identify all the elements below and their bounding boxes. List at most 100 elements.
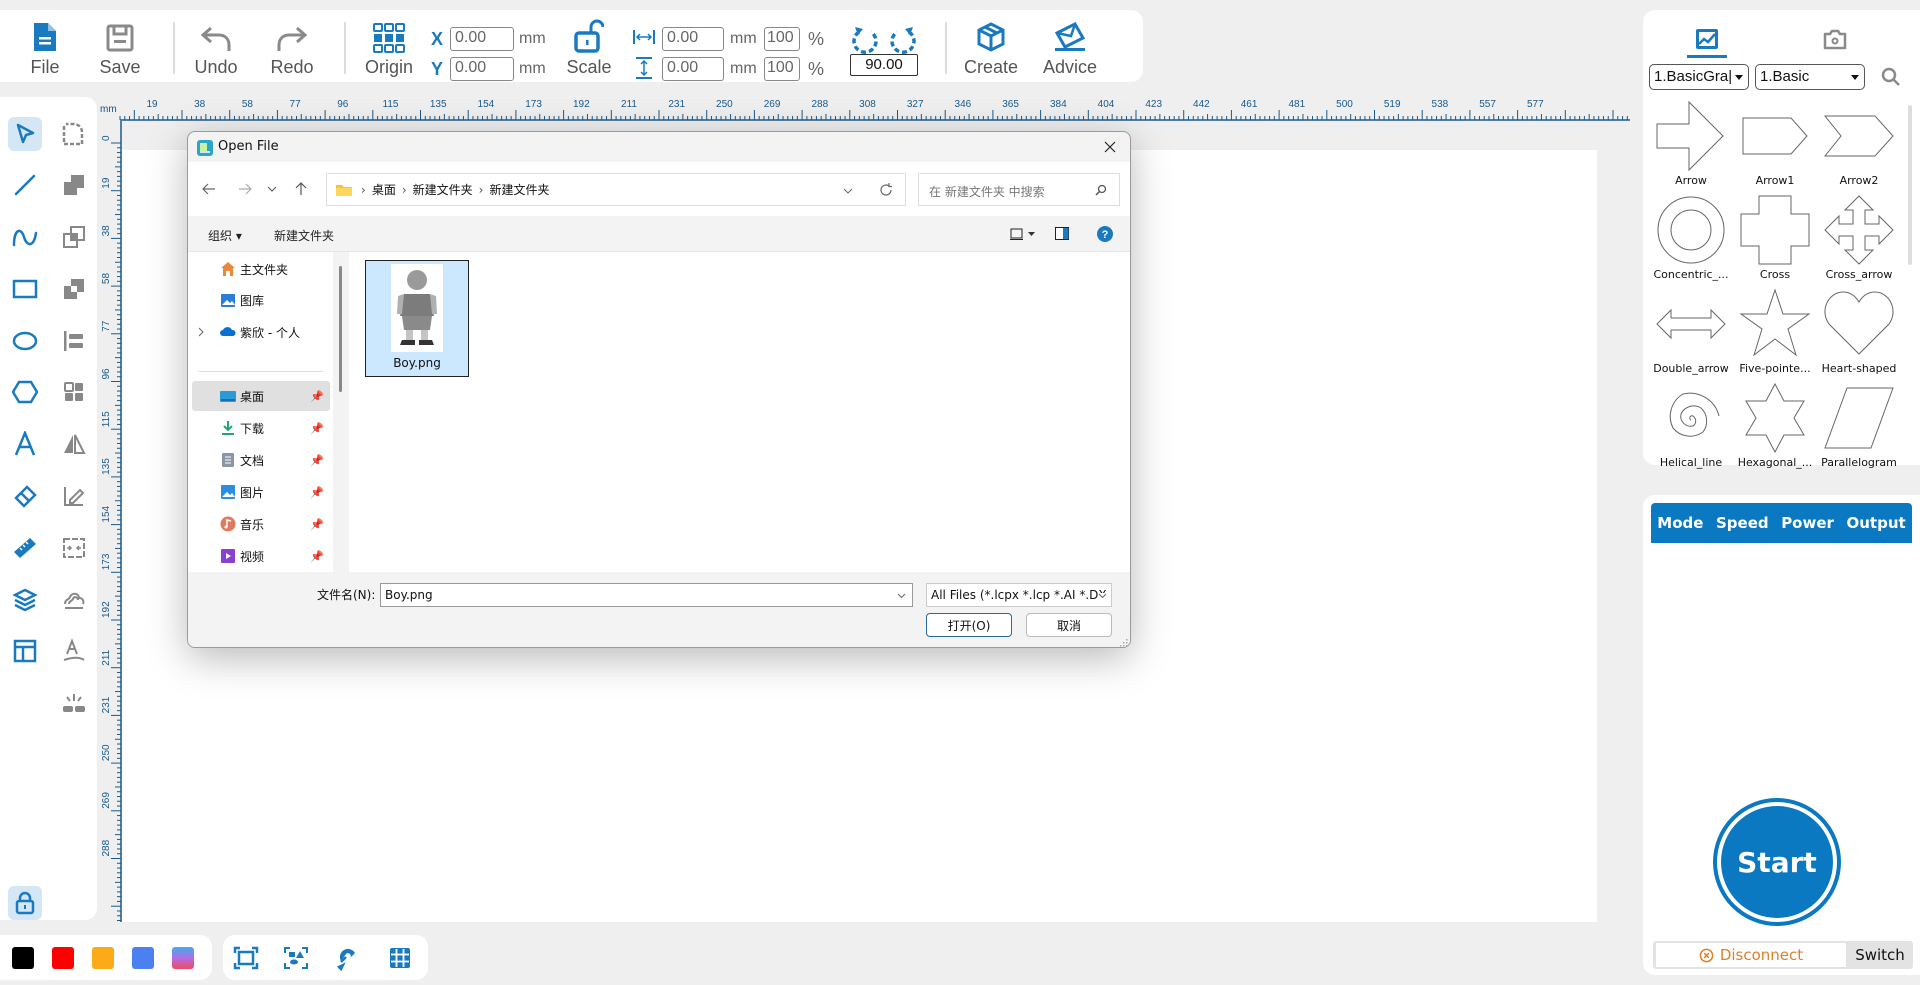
nav-item-onedrive[interactable]: 紫欣 - 个人: [192, 317, 330, 347]
nav-item-gallery[interactable]: 图库: [192, 285, 330, 315]
fit-selection-button[interactable]: [281, 943, 311, 973]
shapes-scrollbar[interactable]: [1908, 105, 1912, 265]
address-bar[interactable]: › 桌面 › 新建文件夹 › 新建文件夹: [326, 173, 906, 206]
x-position-input[interactable]: 0.00: [450, 27, 514, 51]
shape-item[interactable]: Double_arrow: [1649, 288, 1733, 382]
shape-item[interactable]: Helical_line: [1649, 382, 1733, 476]
color-swatch-blue[interactable]: [132, 947, 154, 969]
start-button[interactable]: Start: [1713, 798, 1841, 926]
shape-category-select[interactable]: 1.BasicGra|: [1649, 64, 1749, 90]
measure-tool[interactable]: [8, 531, 42, 565]
switch-button[interactable]: Switch: [1849, 943, 1911, 967]
eraser-tool[interactable]: [8, 479, 42, 513]
tab-mode[interactable]: Mode: [1657, 514, 1703, 532]
ellipse-tool[interactable]: [8, 324, 42, 358]
dialog-title-bar[interactable]: Open File: [188, 132, 1130, 162]
intersect-tool[interactable]: [57, 220, 91, 254]
refresh-icon[interactable]: [879, 183, 893, 197]
shape-item[interactable]: Cross_arrow: [1817, 194, 1901, 288]
graphics-tab[interactable]: [1685, 22, 1729, 58]
y-position-input[interactable]: 0.00: [450, 57, 514, 81]
nav-item-documents[interactable]: 文档 📌: [192, 445, 330, 475]
shape-item[interactable]: Five-pointe...: [1733, 288, 1817, 382]
align-tool[interactable]: [57, 324, 91, 358]
shape-item[interactable]: Arrow1: [1733, 100, 1817, 194]
rotate-ccw-icon[interactable]: [851, 24, 879, 54]
width-input[interactable]: 0.00: [662, 27, 724, 51]
dialog-close-button[interactable]: [1096, 134, 1124, 160]
lock-toggle[interactable]: [8, 886, 42, 920]
origin-button[interactable]: Origin: [358, 10, 420, 82]
fit-canvas-button[interactable]: [231, 943, 261, 973]
rotate-cw-icon[interactable]: [889, 24, 917, 54]
line-tool[interactable]: [8, 168, 42, 202]
breadcrumb-current-folder[interactable]: 新建文件夹: [489, 181, 549, 198]
open-button[interactable]: 打开(O): [926, 613, 1012, 637]
organize-menu[interactable]: 组织 ▾: [208, 227, 242, 244]
height-percent-input[interactable]: 100: [764, 57, 800, 81]
view-mode-icon[interactable]: [1010, 228, 1036, 240]
text-path-tool[interactable]: [57, 634, 91, 668]
recent-locations-button[interactable]: [259, 176, 285, 202]
width-percent-input[interactable]: 100: [764, 27, 800, 51]
scale-lock-button[interactable]: Scale: [562, 10, 616, 82]
nav-item-downloads[interactable]: 下载 📌: [192, 413, 330, 443]
nav-item-pictures[interactable]: 图片 📌: [192, 477, 330, 507]
tab-power[interactable]: Power: [1781, 514, 1834, 532]
shape-item[interactable]: Arrow: [1649, 100, 1733, 194]
cancel-button[interactable]: 取消: [1026, 613, 1112, 637]
help-icon[interactable]: ?: [1097, 226, 1113, 242]
color-swatch-gradient[interactable]: [172, 947, 194, 969]
address-history-chevron-icon[interactable]: [843, 188, 853, 194]
file-button[interactable]: File: [18, 10, 72, 82]
folder-search-input[interactable]: 在 新建文件夹 中搜索: [918, 173, 1120, 206]
union-tool[interactable]: [57, 168, 91, 202]
mirror-tool[interactable]: [57, 427, 91, 461]
group-tool[interactable]: [57, 375, 91, 409]
polygon-tool[interactable]: [8, 375, 42, 409]
color-swatch-black[interactable]: [12, 947, 34, 969]
layers-tool[interactable]: [8, 583, 42, 617]
tab-output[interactable]: Output: [1846, 514, 1905, 532]
height-input[interactable]: 0.00: [662, 57, 724, 81]
up-button[interactable]: [288, 176, 314, 202]
fit-tool[interactable]: [57, 531, 91, 565]
nav-pane-scrollbar[interactable]: [339, 266, 342, 392]
camera-tab[interactable]: [1813, 22, 1857, 56]
nav-item-music[interactable]: 音乐 📌: [192, 509, 330, 539]
curve-tool[interactable]: [8, 220, 42, 254]
undo-button[interactable]: Undo: [188, 10, 244, 82]
color-swatch-red[interactable]: [52, 947, 74, 969]
layout-tool[interactable]: [8, 634, 42, 668]
nav-item-home[interactable]: 主文件夹: [192, 254, 330, 284]
rotation-angle-input[interactable]: 90.00: [850, 54, 918, 76]
preview-pane-icon[interactable]: [1055, 227, 1069, 240]
subtract-tool[interactable]: [57, 272, 91, 306]
snap-magnet-button[interactable]: [333, 943, 363, 973]
edit-node-tool[interactable]: [57, 479, 91, 513]
shape-subcategory-select[interactable]: 1.Basic: [1755, 64, 1865, 90]
shape-item[interactable]: Heart-shaped: [1817, 288, 1901, 382]
file-type-select[interactable]: All Files (*.lcpx *.lcp *.AI *.DX: [926, 583, 1112, 607]
nav-item-desktop[interactable]: 桌面 📌: [192, 381, 330, 411]
forward-button[interactable]: [232, 176, 258, 202]
new-folder-button[interactable]: 新建文件夹: [274, 227, 334, 244]
file-item[interactable]: Boy.png: [365, 260, 469, 377]
outline-tool[interactable]: [57, 583, 91, 617]
shape-item[interactable]: Hexagonal_...: [1733, 382, 1817, 476]
shape-item[interactable]: Arrow2: [1817, 100, 1901, 194]
select-tool[interactable]: [8, 117, 42, 151]
text-tool[interactable]: [8, 427, 42, 461]
color-swatch-orange[interactable]: [92, 947, 114, 969]
breadcrumb-desktop[interactable]: 桌面: [372, 181, 396, 198]
grid-toggle-button[interactable]: [385, 943, 415, 973]
crop-tool[interactable]: [57, 117, 91, 151]
search-icon[interactable]: [1881, 67, 1901, 87]
light-tool[interactable]: [57, 686, 91, 720]
shape-item[interactable]: Concentric_...: [1649, 194, 1733, 288]
resize-grip-icon[interactable]: [1120, 639, 1128, 647]
filename-input[interactable]: Boy.png: [380, 583, 913, 607]
advice-button[interactable]: Advice: [1036, 10, 1104, 82]
save-button[interactable]: Save: [92, 10, 148, 82]
redo-button[interactable]: Redo: [264, 10, 320, 82]
